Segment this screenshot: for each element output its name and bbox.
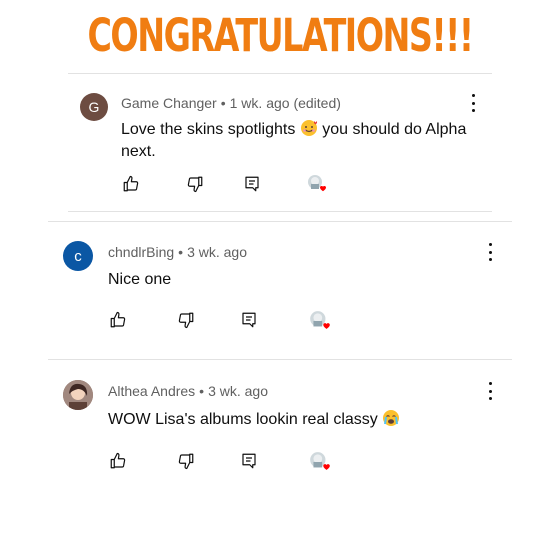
thumbs-down-icon[interactable] bbox=[177, 452, 195, 470]
loudly-crying-face-icon bbox=[382, 409, 400, 432]
reply-icon[interactable] bbox=[240, 452, 258, 470]
separator-dot: • bbox=[199, 383, 205, 399]
avatar-photo bbox=[63, 380, 93, 410]
comment-author[interactable]: Althea Andres bbox=[108, 383, 195, 399]
comment-meta: Althea Andres • 3 wk. ago bbox=[108, 383, 268, 399]
more-vert-icon[interactable] bbox=[484, 382, 496, 400]
comment-text: WOW Lisa's albums lookin real classy bbox=[108, 409, 488, 432]
thumbs-up-icon[interactable] bbox=[109, 452, 127, 470]
comment-text-part: WOW Lisa's albums lookin real classy bbox=[108, 411, 378, 428]
avatar[interactable] bbox=[63, 380, 93, 410]
comment-item: Althea Andres • 3 wk. ago WOW Lisa's album… bbox=[0, 0, 560, 480]
creator-heart-icon[interactable] bbox=[308, 450, 332, 474]
comment-time[interactable]: 3 wk. ago bbox=[208, 383, 268, 399]
